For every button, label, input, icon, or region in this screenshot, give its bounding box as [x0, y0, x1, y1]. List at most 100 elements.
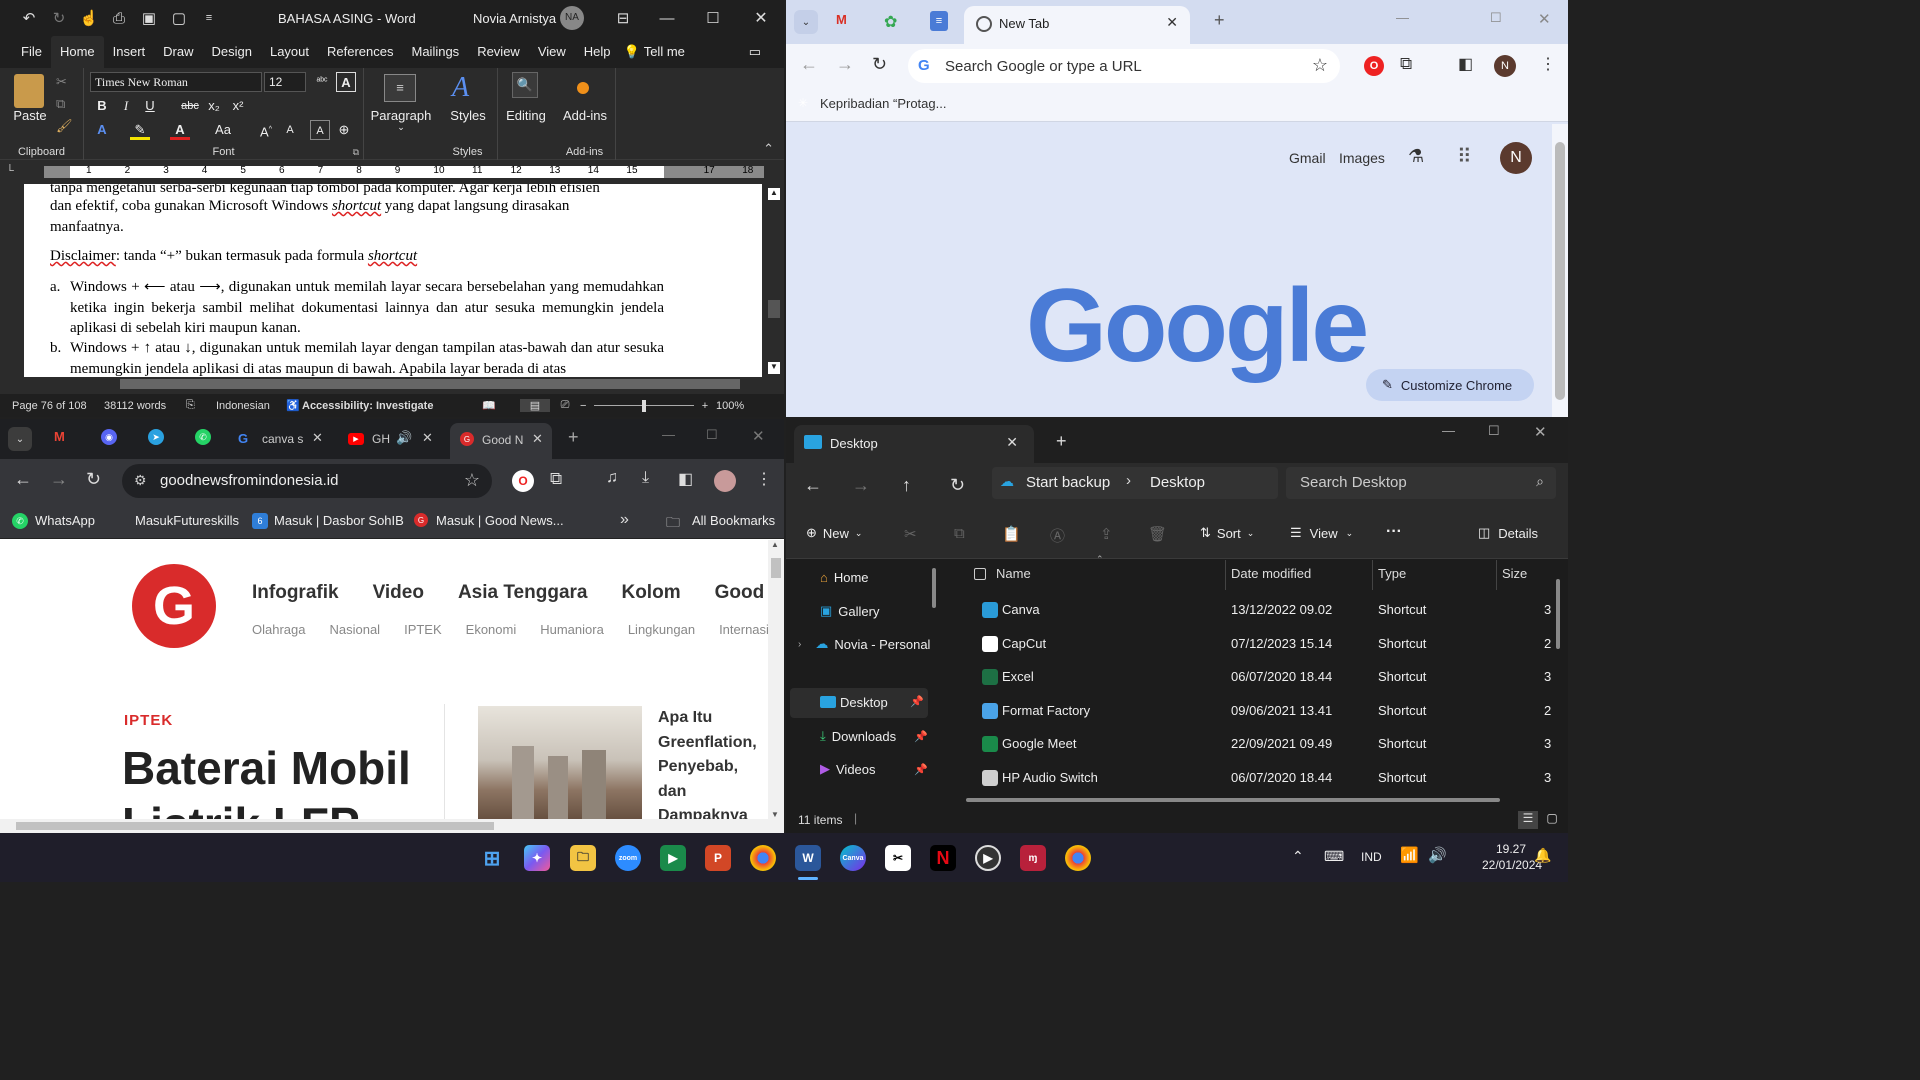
rename-icon[interactable]: Ⓐ — [1050, 525, 1065, 546]
opera-extension-icon[interactable]: O — [1364, 56, 1384, 76]
capcut-icon[interactable]: ✂ — [885, 845, 911, 871]
font-dialog-icon[interactable]: ⧉ — [353, 147, 359, 158]
notification-bell-icon[interactable]: 🔔 — [1534, 847, 1551, 864]
discord-tab-icon[interactable]: ◉ — [101, 429, 117, 445]
keyboard-icon[interactable]: ⌨ — [1324, 848, 1344, 865]
horizontal-scrollbar[interactable] — [24, 377, 764, 391]
clock[interactable]: 19.27 22/01/2024 — [1482, 841, 1542, 873]
omnibox[interactable]: ⚙ goodnewsfromindonesia.id ☆ — [122, 464, 492, 498]
superscript-button[interactable]: x² — [228, 96, 248, 116]
labs-flask-icon[interactable]: ⚗ — [1408, 146, 1424, 167]
ribbon-display-icon[interactable]: ⊟ — [612, 7, 634, 29]
tab-youtube[interactable]: ▶ GH 🔊 ✕ — [340, 425, 440, 453]
nav-desktop[interactable]: Desktop 📌 — [790, 688, 928, 718]
file-explorer-icon[interactable]: 🗀 — [570, 845, 596, 871]
extensions-icon[interactable]: ⧉ — [1400, 54, 1412, 74]
telegram-tab-icon[interactable]: ➤ — [148, 429, 164, 445]
menu-kebab-icon[interactable]: ⋮ — [1540, 54, 1556, 74]
nav-home[interactable]: ⌂ Home — [820, 570, 869, 585]
download-icon[interactable]: ⤓ — [642, 469, 649, 487]
comments-icon[interactable]: ▭ — [740, 36, 770, 68]
subnav-internasional[interactable]: Internasion — [719, 622, 768, 637]
pin-icon[interactable]: 📌 — [914, 763, 928, 776]
print-layout-icon[interactable]: ▤ — [520, 399, 550, 412]
underline-button[interactable]: U — [140, 96, 160, 116]
tell-me-search[interactable]: Tell me — [644, 36, 694, 68]
tab-layout[interactable]: Layout — [261, 36, 318, 68]
tab-file[interactable]: File — [12, 36, 51, 68]
new-tab-icon[interactable]: + — [1056, 431, 1067, 452]
language[interactable]: Indonesian — [216, 400, 286, 412]
wifi-icon[interactable]: 📶 — [1400, 846, 1419, 864]
start-windows-icon[interactable]: ⊞ — [479, 845, 505, 871]
back-icon[interactable]: ← — [804, 475, 822, 496]
sort-button[interactable]: ⇅ Sort ⌄ — [1200, 525, 1254, 541]
omnibox[interactable]: G Search Google or type a URL ☆ — [908, 49, 1340, 83]
char-shading-icon[interactable]: A — [310, 120, 330, 140]
subscript-button[interactable]: x₂ — [204, 96, 224, 116]
table-row[interactable]: CapCut 07/12/2023 15.14 Shortcut 2 — [950, 628, 1560, 661]
nav-video[interactable]: Video — [373, 582, 424, 604]
select-all-checkbox[interactable] — [974, 568, 986, 580]
address-bar[interactable]: ☁ Start backup › Desktop — [992, 467, 1278, 499]
font-size-combo[interactable]: 12 — [264, 72, 306, 92]
zoom-level[interactable]: 100% — [716, 400, 744, 412]
cut-icon[interactable]: ✂ — [56, 74, 67, 90]
share-icon[interactable]: ⇪ — [1100, 525, 1113, 543]
extensions-icon[interactable]: ⧉ — [550, 469, 562, 489]
close-tab-icon[interactable]: ✕ — [1166, 14, 1178, 31]
web-layout-icon[interactable]: ⎚ — [550, 399, 580, 412]
forward-icon[interactable]: → — [836, 54, 854, 75]
gmail-tab-icon[interactable]: M — [54, 429, 65, 444]
bookmark-item[interactable]: WhatsApp — [35, 513, 95, 528]
bookmark-item[interactable]: MasukFutureskills — [135, 513, 239, 528]
extension-tab-icon[interactable]: ✿ — [884, 12, 897, 32]
read-mode-icon[interactable]: 📖 — [482, 399, 520, 412]
nav-downloads[interactable]: ⤓ Downloads 📌 — [820, 728, 928, 744]
category-label[interactable]: IPTEK — [124, 712, 173, 729]
change-case-button[interactable]: Aa — [210, 120, 236, 140]
refresh-icon[interactable]: ↻ — [950, 475, 965, 496]
cut-icon[interactable]: ✂ — [904, 525, 917, 543]
table-row[interactable]: Google Meet 22/09/2021 09.49 Shortcut 3 — [950, 728, 1560, 761]
document-page[interactable]: tanpa mengetahui serba-serbi kegunaan ti… — [24, 184, 762, 378]
list-hscroll[interactable] — [966, 798, 1500, 802]
page-scrollbar[interactable]: ▲ ▼ — [768, 540, 784, 819]
pin-icon[interactable]: 📌 — [910, 695, 924, 708]
profile-avatar[interactable]: N — [1494, 55, 1516, 77]
tab-new-tab[interactable]: New Tab ✕ — [964, 6, 1190, 44]
bookmark-star-icon[interactable]: ☆ — [464, 470, 480, 491]
addins-icon[interactable] — [577, 82, 589, 94]
vertical-scrollbar[interactable]: ▲ ▼ — [766, 184, 782, 378]
article-thumbnail[interactable] — [478, 706, 642, 819]
accessibility-icon[interactable]: ♿ — [286, 399, 302, 412]
media-player-icon[interactable]: ▶ — [975, 845, 1001, 871]
gmail-link[interactable]: Gmail — [1289, 150, 1326, 166]
font-name-combo[interactable]: Times New Roman — [90, 72, 262, 92]
nav-videos[interactable]: ▶ Videos 📌 — [820, 761, 928, 777]
bookmark-item[interactable]: Masuk | Good News... — [436, 513, 564, 528]
new-doc-icon[interactable]: ▢ — [168, 7, 190, 29]
column-size[interactable]: Size — [1502, 566, 1527, 581]
start-backup-crumb[interactable]: Start backup — [1026, 474, 1110, 491]
tab-insert[interactable]: Insert — [104, 36, 155, 68]
docs-tab-icon[interactable]: ≡ — [930, 11, 948, 31]
minimize-icon[interactable]: — — [656, 7, 678, 29]
tab-search-icon[interactable]: ⌄ — [8, 427, 32, 451]
mendeley-icon[interactable]: ɱ — [1020, 845, 1046, 871]
gmail-tab-icon[interactable]: M — [836, 12, 847, 27]
more-options-icon[interactable]: ··· — [1386, 523, 1402, 541]
desktop-crumb[interactable]: Desktop — [1150, 474, 1205, 491]
nav-onedrive[interactable]: › ☁ Novia - Personal — [798, 636, 930, 652]
change-case-icon[interactable]: ᵃᵇᶜ — [312, 72, 332, 92]
chrome-icon[interactable] — [750, 845, 776, 871]
tab-canva[interactable]: G canva s ✕ — [230, 425, 330, 453]
redo-icon[interactable]: ↻ — [48, 7, 70, 29]
details-button[interactable]: ◫ Details — [1478, 525, 1538, 541]
touch-mode-icon[interactable]: ☝ — [78, 7, 100, 29]
all-bookmarks[interactable]: All Bookmarks — [692, 513, 775, 528]
paragraph-button[interactable]: Paragraph — [364, 108, 438, 123]
new-button[interactable]: ⊕ New ⌄ — [806, 525, 862, 541]
maximize-icon[interactable]: ☐ — [702, 7, 724, 29]
account-avatar[interactable]: N — [1500, 142, 1532, 174]
